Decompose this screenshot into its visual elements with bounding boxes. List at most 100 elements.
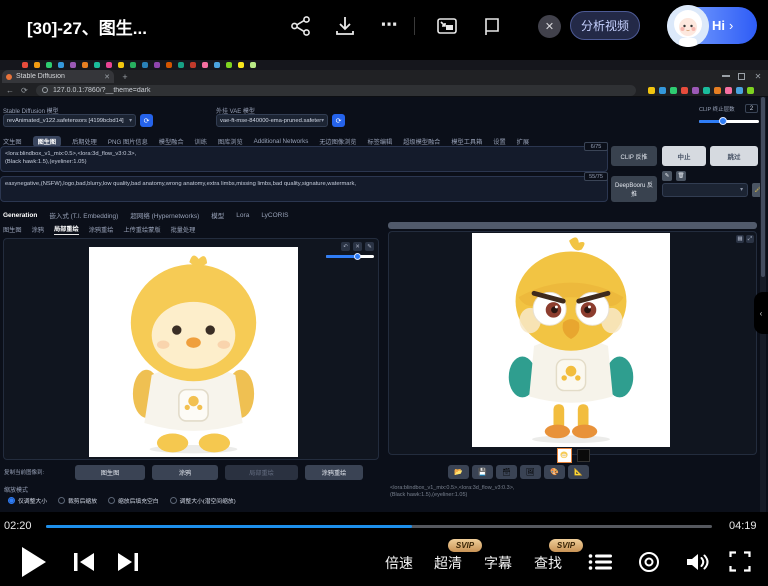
send-to-inpaint-button[interactable]: 🎨 <box>544 465 565 479</box>
picture-in-picture-icon[interactable] <box>436 15 458 37</box>
prompt-textarea[interactable]: <lora:blindbox_v1_mix:0.5>,<lora:3d_flow… <box>0 146 608 172</box>
resize-option-just-resize[interactable]: 仅调整大小 <box>8 496 47 505</box>
tab-img2img-mode[interactable]: 图生图 <box>3 225 22 234</box>
window-minimize-icon[interactable] <box>722 75 730 77</box>
share-icon[interactable] <box>290 15 312 37</box>
next-icon[interactable] <box>114 552 140 572</box>
tab-settings[interactable]: 设置 <box>493 137 505 146</box>
back-icon[interactable]: ← <box>6 86 14 95</box>
popup-player-icon[interactable] <box>480 15 502 37</box>
copy-to-inpaint-sketch-button[interactable]: 涂鸦重绘 <box>305 465 363 480</box>
play-icon[interactable] <box>22 547 46 577</box>
tab-inpaint[interactable]: 局部重绘 <box>54 224 79 235</box>
vae-refresh-button[interactable]: ⟳ <box>332 114 345 127</box>
analyze-video-button[interactable]: 分析视频 <box>570 11 640 40</box>
tab-checkpoints[interactable]: 模型 <box>211 210 224 220</box>
clear-prompt-icon[interactable]: 🗑 <box>676 171 686 181</box>
resize-option-crop[interactable]: 裁剪后缩放 <box>58 496 97 505</box>
clip-skip-slider[interactable] <box>699 120 759 123</box>
model-dropdown[interactable]: revAnimated_v122.safetensors [4199bcbd14… <box>3 114 136 127</box>
tab-inpaint-sketch[interactable]: 涂鸦重绘 <box>89 225 114 234</box>
tab-hypernetworks[interactable]: 超网络 (Hypernetworks) <box>130 210 199 220</box>
site-info-icon[interactable] <box>42 87 48 93</box>
tab-lora[interactable]: Lora <box>236 212 249 219</box>
send-to-img2img-button[interactable]: 🖼 <box>520 465 541 479</box>
tab-checkpoint-merger[interactable]: 模型融合 <box>159 137 184 146</box>
clip-slider-handle[interactable] <box>719 117 727 125</box>
copy-to-label: 复制当前图像到: <box>4 468 70 476</box>
tab-additional-networks[interactable]: Additional Networks <box>254 138 309 145</box>
tab-sketch[interactable]: 涂鸦 <box>32 225 44 234</box>
tab-extras[interactable]: 后期处理 <box>72 137 97 146</box>
grid-view-icon[interactable]: ▦ <box>736 235 744 243</box>
tab-lycoris[interactable]: LyCORIS <box>261 212 288 219</box>
close-icon[interactable]: ✕ <box>538 15 561 38</box>
tab-tag-editor[interactable]: 标签编辑 <box>367 137 392 146</box>
tab-super-merger[interactable]: 超级模型融合 <box>403 137 440 146</box>
search-button[interactable]: 查找 <box>534 553 562 573</box>
tab-inpaint-upload[interactable]: 上传重绘蒙版 <box>123 225 160 234</box>
tab-generation[interactable]: Generation <box>3 212 37 219</box>
interrogate-clip-button[interactable]: CLIP 反推 <box>611 146 657 166</box>
resize-option-latent[interactable]: 调整大小(潜空间缩放) <box>170 496 236 505</box>
interrogate-deepbooru-button[interactable]: DeepBooru 反推 <box>611 176 657 202</box>
reload-icon[interactable]: ⟳ <box>21 86 28 95</box>
previous-icon[interactable] <box>72 552 98 572</box>
browser-tab[interactable]: Stable Diffusion ✕ <box>2 70 114 83</box>
quality-button[interactable]: 超清 <box>434 553 462 573</box>
scrollbar-thumb[interactable] <box>761 97 765 277</box>
progress-bar[interactable] <box>46 525 712 528</box>
output-thumbnail-2[interactable] <box>577 449 590 462</box>
output-thumbnail-selected[interactable] <box>557 448 572 463</box>
more-icon[interactable]: ⋯ <box>376 12 402 38</box>
brush-size-slider[interactable] <box>326 255 374 258</box>
open-folder-button[interactable]: 📂 <box>448 465 469 479</box>
tab-close-icon[interactable]: ✕ <box>104 73 110 81</box>
fullscreen-icon[interactable] <box>729 551 751 572</box>
playlist-icon[interactable] <box>588 553 614 571</box>
record-icon[interactable] <box>638 551 660 573</box>
send-to-extras-button[interactable]: 📐 <box>568 465 589 479</box>
copy-to-sketch-button[interactable]: 涂鸦 <box>152 465 218 480</box>
vae-dropdown[interactable]: vae-ft-mse-840000-ema-pruned.safetensors… <box>216 114 328 127</box>
clip-skip-value[interactable]: 2 <box>745 104 758 113</box>
interrupt-button[interactable]: 中止 <box>662 146 706 166</box>
copy-to-img2img-button[interactable]: 图生图 <box>75 465 145 480</box>
download-icon[interactable] <box>334 15 356 37</box>
tab-train[interactable]: 训练 <box>195 137 207 146</box>
tab-png-info[interactable]: PNG 图片信息 <box>108 137 148 146</box>
subtitle-button[interactable]: 字幕 <box>484 553 512 573</box>
window-close-icon[interactable]: ✕ <box>753 71 763 81</box>
side-panel-handle[interactable]: ‹ <box>754 292 768 334</box>
tab-model-toolkit[interactable]: 模型工具箱 <box>451 137 482 146</box>
window-maximize-icon[interactable] <box>738 73 745 80</box>
tab-txt2img[interactable]: 文生图 <box>3 137 22 146</box>
negative-prompt-textarea[interactable]: easynegative,(NSFW),logo,bad,blurry,low … <box>0 176 608 202</box>
tab-infinite-browser[interactable]: 无边图像浏览 <box>319 137 356 146</box>
brush-slider-handle[interactable] <box>354 253 361 260</box>
clear-canvas-icon[interactable]: ✕ <box>353 242 362 251</box>
skip-button[interactable]: 跳过 <box>710 146 758 166</box>
copy-to-inpaint-button[interactable]: 局部重绘 <box>225 465 298 480</box>
playback-speed-button[interactable]: 倍速 <box>385 553 413 573</box>
edit-style-icon[interactable]: ✎ <box>662 171 672 181</box>
address-bar[interactable]: 127.0.0.1:7860/?__theme=dark <box>36 85 636 96</box>
resize-option-fill[interactable]: 缩放后填充空白 <box>108 496 159 505</box>
styles-dropdown[interactable]: ▾ <box>662 183 748 197</box>
tab-gallery[interactable]: 图库浏览 <box>218 137 243 146</box>
save-zip-button[interactable]: 🗃 <box>496 465 517 479</box>
output-image[interactable] <box>472 233 670 447</box>
avatar[interactable] <box>667 5 709 47</box>
volume-icon[interactable] <box>685 551 711 573</box>
tab-batch[interactable]: 批量处理 <box>171 225 196 234</box>
save-image-button[interactable]: 💾 <box>472 465 493 479</box>
brush-icon[interactable]: ✎ <box>365 242 374 251</box>
tab-img2img[interactable]: 图生图 <box>33 136 62 147</box>
tab-extensions[interactable]: 扩展 <box>517 137 529 146</box>
expand-icon[interactable]: ⤢ <box>746 235 754 243</box>
new-tab-icon[interactable]: + <box>120 72 130 82</box>
model-refresh-button[interactable]: ⟳ <box>140 114 153 127</box>
undo-icon[interactable]: ↶ <box>341 242 350 251</box>
tab-embedding[interactable]: 嵌入式 (T.I. Embedding) <box>49 210 118 220</box>
inpaint-canvas[interactable] <box>89 247 298 457</box>
